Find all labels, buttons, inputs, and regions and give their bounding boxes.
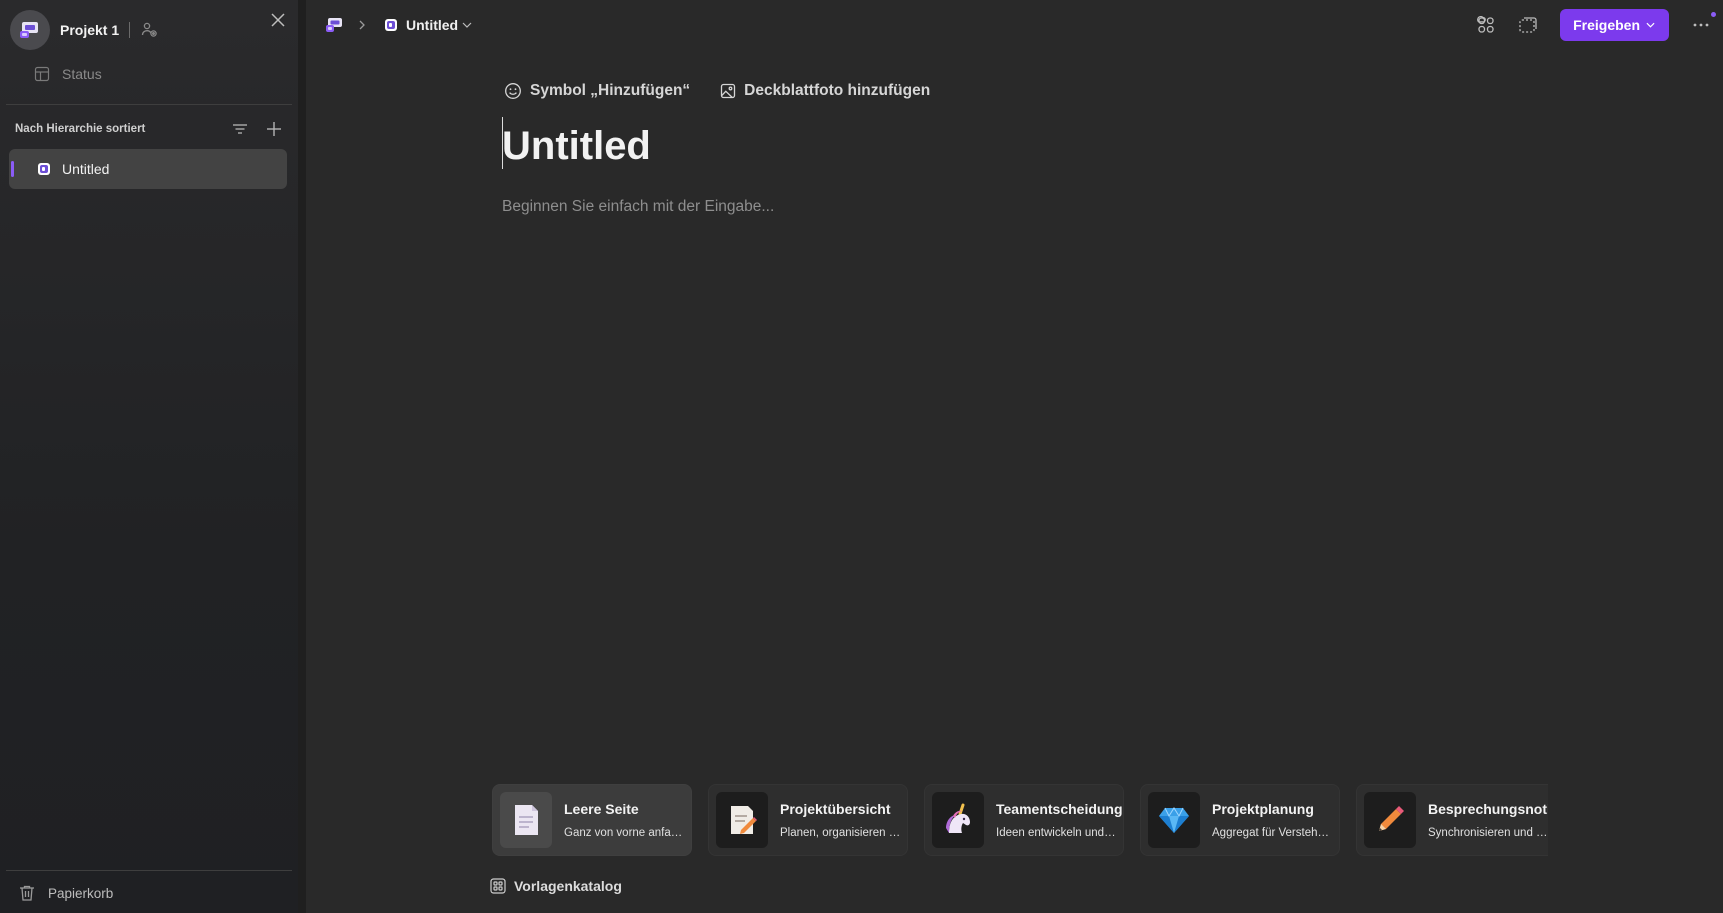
filter-icon <box>233 124 247 134</box>
template-card-meeting-notes[interactable]: Besprechungsnotizen Synchronisieren und … <box>1356 784 1548 856</box>
status-item[interactable]: Status <box>34 66 102 82</box>
template-title: Besprechungsnotizen <box>1428 801 1548 817</box>
document-body-input[interactable] <box>502 198 1202 216</box>
top-bar: Untitled Freigeben <box>306 0 1723 50</box>
chevron-down-icon <box>1646 22 1655 28</box>
layout-icon <box>34 66 50 82</box>
sidebar-edge <box>298 0 306 913</box>
template-card-team-decision[interactable]: Teamentscheidung Ideen entwickeln und en… <box>924 784 1124 856</box>
page-emoji-icon <box>500 792 552 848</box>
loop-logo-icon <box>20 22 38 38</box>
more-options-button[interactable] <box>1689 12 1716 37</box>
image-icon <box>721 83 736 99</box>
add-cover-label: Deckblattfoto hinzufügen <box>744 82 931 99</box>
top-right-actions: Freigeben <box>1476 9 1723 41</box>
trash-icon <box>20 885 34 901</box>
breadcrumb-page-label: Untitled <box>406 17 459 33</box>
sidebar-bottom-divider <box>6 870 292 871</box>
breadcrumb: Untitled <box>324 14 472 36</box>
sort-row: Nach Hierarchie sortiert <box>15 120 284 138</box>
template-description: Planen, organisieren und nachverfolgen <box>780 827 902 839</box>
members-settings-icon[interactable] <box>140 20 160 40</box>
chevron-down-icon <box>462 22 472 28</box>
loop-page-icon <box>38 163 50 175</box>
trash-item[interactable]: Papierkorb <box>18 884 113 902</box>
pencil-emoji-icon <box>1364 792 1416 848</box>
template-description: Synchronisieren und nachverfolgen <box>1428 827 1548 839</box>
template-card-blank[interactable]: Leere Seite Ganz von vorne anfangen <box>492 784 692 856</box>
plus-icon <box>267 122 281 136</box>
status-label: Status <box>62 66 102 82</box>
memo-emoji-icon <box>716 792 768 848</box>
selection-icon <box>1519 17 1537 33</box>
template-strip: Leere Seite Ganz von vorne anfangen Proj… <box>492 784 1548 856</box>
loop-components-button[interactable] <box>1476 15 1496 35</box>
page-breadcrumb-button[interactable]: Untitled <box>384 17 472 33</box>
share-label: Freigeben <box>1573 17 1640 33</box>
sidebar: Projekt 1 Status Nach Hierarchie sortier… <box>0 0 306 913</box>
page-title[interactable]: Untitled <box>502 118 651 174</box>
template-catalog-button[interactable]: Vorlagenkatalog <box>490 878 622 894</box>
active-indicator <box>11 161 14 177</box>
chevron-right-icon <box>358 20 368 30</box>
notification-dot <box>1711 12 1716 17</box>
filter-sort-button[interactable] <box>230 119 250 139</box>
grid-icon <box>490 878 506 894</box>
workspace-header: Projekt 1 <box>10 10 288 50</box>
template-card-project-planning[interactable]: Projektplanung Aggregat für Verstehen un… <box>1140 784 1340 856</box>
close-sidebar-button[interactable] <box>268 10 288 30</box>
gem-emoji-icon <box>1148 792 1200 848</box>
sort-label: Nach Hierarchie sortiert <box>15 123 146 135</box>
workspace-name[interactable]: Projekt 1 <box>60 22 119 38</box>
template-title: Teamentscheidung <box>996 801 1123 817</box>
add-page-button[interactable] <box>264 119 284 139</box>
more-icon <box>1693 23 1709 27</box>
unicorn-emoji-icon <box>932 792 984 848</box>
template-title: Projektübersicht <box>780 801 891 817</box>
share-button[interactable]: Freigeben <box>1560 9 1669 41</box>
workspace-avatar[interactable] <box>10 10 50 50</box>
template-card-project-overview[interactable]: Projektübersicht Planen, organisieren un… <box>708 784 908 856</box>
sidebar-divider <box>6 104 292 105</box>
add-icon-label: Symbol „Hinzufügen“ <box>530 82 691 99</box>
smiley-icon <box>505 83 521 99</box>
add-cover-button[interactable]: Deckblattfoto hinzufügen <box>720 82 930 100</box>
template-description: Ganz von vorne anfangen <box>564 827 686 839</box>
template-description: Aggregat für Verstehen und Planen <box>1212 827 1334 839</box>
loop-page-icon <box>385 19 397 31</box>
template-title: Projektplanung <box>1212 801 1314 817</box>
template-title: Leere Seite <box>564 801 639 817</box>
workspace-breadcrumb-button[interactable] <box>324 15 344 35</box>
page-label: Untitled <box>62 161 110 177</box>
template-description: Ideen entwickeln und entscheiden <box>996 827 1118 839</box>
sidebar-page-item[interactable]: Untitled <box>9 149 287 189</box>
catalog-label: Vorlagenkatalog <box>514 878 622 894</box>
header-separator <box>129 22 131 38</box>
add-icon-button[interactable]: Symbol „Hinzufügen“ <box>504 82 690 100</box>
document-header-actions: Symbol „Hinzufügen“ Deckblattfoto hinzuf… <box>504 82 930 100</box>
loop-logo-icon <box>326 18 342 32</box>
components-icon <box>1477 16 1494 33</box>
close-icon <box>271 13 285 27</box>
trash-label: Papierkorb <box>48 885 114 901</box>
focus-mode-button[interactable] <box>1518 15 1538 35</box>
